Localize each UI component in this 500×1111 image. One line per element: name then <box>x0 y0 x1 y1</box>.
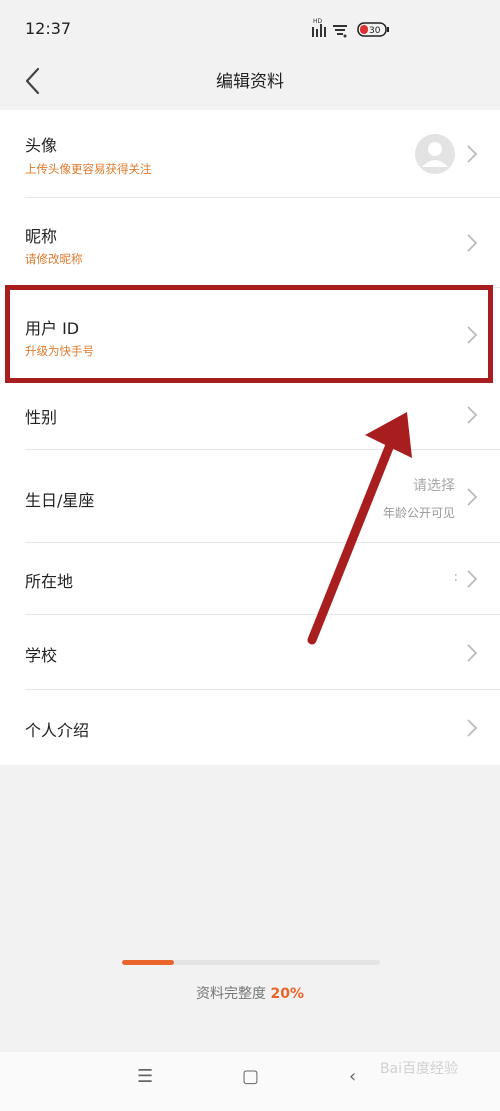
completeness-text: 资料完整度 20% <box>0 983 500 1003</box>
annotation-highlight-box <box>5 285 493 383</box>
battery-icon: 30 <box>357 22 389 37</box>
chevron-right-icon <box>467 719 478 737</box>
home-square-icon[interactable]: ▢ <box>242 1066 259 1087</box>
default-avatar-icon[interactable] <box>414 133 456 175</box>
page-title: 编辑资料 <box>216 72 284 92</box>
completeness-label: 资料完整度 <box>196 986 267 1002</box>
baidu-watermark-logo: Bai百度经验 <box>380 1061 459 1077</box>
completeness-progress-bar <box>122 960 380 965</box>
header: 编辑资料 <box>0 55 500 110</box>
battery-level: 30 <box>369 26 381 36</box>
chevron-right-icon <box>467 488 478 506</box>
row-label: 昵称 <box>25 227 58 246</box>
row-location[interactable]: 所在地 : <box>0 543 500 615</box>
completeness-percent: 20% <box>270 986 304 1002</box>
hd-badge: HD <box>313 18 323 25</box>
chevron-right-icon <box>467 570 478 588</box>
status-icons: HD 30 <box>312 18 389 38</box>
chevron-right-icon <box>467 644 478 662</box>
location-value: : <box>453 570 458 585</box>
row-label: 学校 <box>25 646 58 665</box>
birthday-visibility-note: 年龄公开可见 <box>382 506 455 520</box>
completeness-progress-fill <box>122 960 174 965</box>
row-label: 生日/星座 <box>25 491 95 510</box>
row-subtext: 请修改昵称 <box>25 252 83 266</box>
wifi-icon <box>333 25 347 38</box>
status-bar: 12:37 HD 30 <box>0 0 500 55</box>
menu-icon[interactable]: ☰ <box>137 1066 153 1087</box>
row-subtext: 上传头像更容易获得关注 <box>25 162 152 176</box>
row-bio[interactable]: 个人介绍 <box>0 690 500 765</box>
row-nickname[interactable]: 昵称 请修改昵称 <box>0 198 500 288</box>
row-label: 所在地 <box>25 572 74 591</box>
row-label: 个人介绍 <box>25 721 90 740</box>
row-avatar[interactable]: 头像 上传头像更容易获得关注 <box>0 110 500 198</box>
signal-icon <box>312 24 326 37</box>
row-birthday[interactable]: 生日/星座 请选择 年龄公开可见 <box>0 450 500 543</box>
row-label: 性别 <box>25 408 58 427</box>
back-icon[interactable]: ‹ <box>349 1066 356 1087</box>
birthday-value: 请选择 <box>413 478 455 494</box>
status-time: 12:37 <box>25 19 72 38</box>
row-label: 头像 <box>25 136 58 155</box>
chevron-right-icon <box>467 145 478 163</box>
row-school[interactable]: 学校 <box>0 615 500 690</box>
chevron-right-icon <box>467 234 478 252</box>
profile-list: 头像 上传头像更容易获得关注 昵称 请修改昵称 用户 ID 升级为快手号 性别 … <box>0 110 500 765</box>
chevron-right-icon <box>467 406 478 424</box>
row-gender[interactable]: 性别 <box>0 380 500 450</box>
